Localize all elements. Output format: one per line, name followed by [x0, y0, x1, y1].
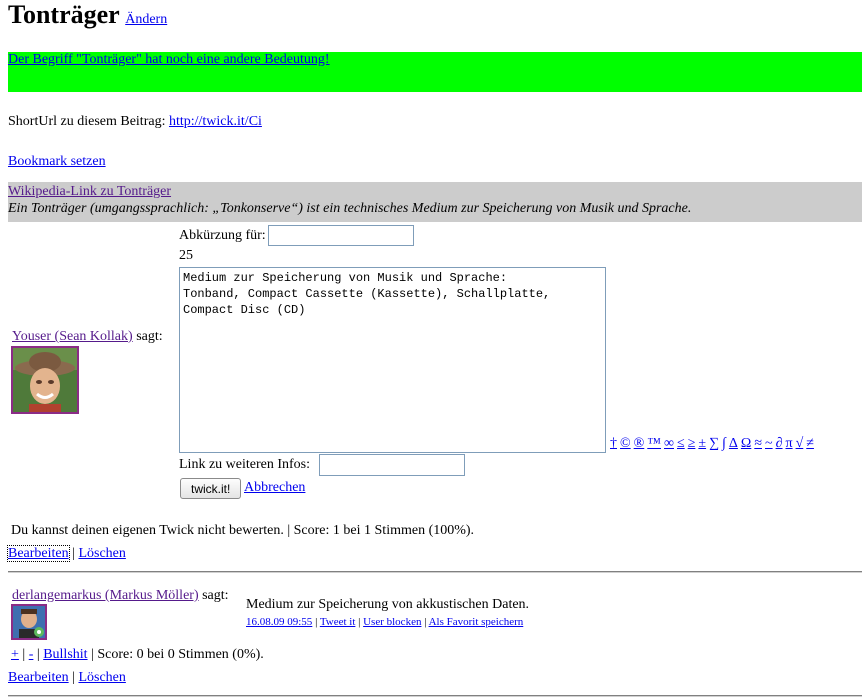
rating-note: Du kannst deinen eigenen Twick nicht bew…: [11, 523, 475, 538]
meta-separator: |: [315, 616, 318, 628]
bullshit-link[interactable]: Bullshit: [43, 647, 87, 662]
link-input[interactable]: [319, 454, 465, 476]
special-char-bar: † © ® ™ ∞ ≤ ≥ ± ∑ ∫ Δ Ω ≈ ~ ∂ π √ ≠: [610, 436, 817, 452]
special-char-link[interactable]: ©: [620, 436, 631, 451]
action-separator: |: [72, 546, 75, 561]
special-char-link[interactable]: ∞: [664, 436, 674, 451]
wikipedia-link[interactable]: Wikipedia-Link zu Tonträger: [8, 184, 171, 199]
special-char-link[interactable]: ≠: [806, 436, 814, 451]
vote-plus-link[interactable]: +: [11, 647, 19, 662]
divider-2: [8, 695, 862, 697]
delete-link[interactable]: Löschen: [78, 546, 125, 561]
link-row: Link zu weiteren Infos:: [179, 457, 310, 473]
special-char-link[interactable]: ≤: [677, 436, 685, 451]
avatar-photo-2: [13, 606, 45, 638]
special-char-link[interactable]: ®: [634, 436, 645, 451]
edit-link-2[interactable]: Bearbeiten: [8, 670, 69, 685]
special-char-link[interactable]: ∂: [776, 436, 783, 451]
twick-meta-2: 16.08.09 09:55 | Tweet it | User blocken…: [246, 616, 523, 628]
wikipedia-definition: Ein Tonträger (umgangssprachlich: „Tonko…: [8, 201, 692, 216]
bookmark-link[interactable]: Bookmark setzen: [8, 154, 106, 169]
abbrev-input[interactable]: [268, 225, 414, 246]
shorturl-row: ShortUrl zu diesem Beitrag: http://twick…: [8, 114, 262, 130]
tweet-link[interactable]: Tweet it: [320, 616, 356, 628]
action-separator-2: |: [72, 670, 75, 685]
special-char-link[interactable]: ∫: [722, 436, 726, 451]
avatar-2[interactable]: [11, 604, 47, 640]
divider: [8, 571, 862, 573]
special-char-link[interactable]: ™: [647, 436, 661, 451]
says-label: sagt:: [136, 329, 163, 344]
special-char-link[interactable]: ≥: [688, 436, 696, 451]
special-char-link[interactable]: √: [796, 436, 804, 451]
delete-link-2[interactable]: Löschen: [78, 670, 125, 685]
shorturl-link[interactable]: http://twick.it/Ci: [169, 114, 262, 129]
disambiguation-link[interactable]: Der Begriff "Tonträger" hat noch eine an…: [8, 52, 330, 67]
date-link[interactable]: 16.08.09 09:55: [246, 616, 312, 628]
special-char-link[interactable]: Δ: [729, 436, 738, 451]
special-char-link[interactable]: Ω: [741, 436, 751, 451]
abbrev-label: Abkürzung für:: [179, 228, 266, 243]
special-char-link[interactable]: †: [610, 436, 617, 451]
submit-button[interactable]: twick.it!: [180, 478, 242, 499]
author-link[interactable]: Youser (Sean Kollak): [12, 329, 133, 344]
twick2-actions: Bearbeiten | Löschen: [8, 670, 126, 686]
shorturl-label: ShortUrl zu diesem Beitrag:: [8, 114, 166, 129]
avatar[interactable]: [11, 346, 79, 414]
special-char-link[interactable]: π: [786, 436, 793, 451]
special-char-link[interactable]: ∑: [709, 436, 719, 451]
cancel-link[interactable]: Abbrechen: [244, 480, 305, 496]
author-line: Youser (Sean Kollak) sagt:: [12, 329, 163, 345]
edit-title-link[interactable]: Ändern: [125, 12, 167, 27]
abbrev-row: Abkürzung für:: [179, 228, 266, 244]
own-twick-actions: Bearbeiten | Löschen: [7, 545, 126, 562]
block-user-link[interactable]: User blocken: [363, 616, 421, 628]
special-char-link[interactable]: ±: [698, 436, 706, 451]
edit-link[interactable]: Bearbeiten: [7, 545, 70, 562]
vote-row-2: + | - | Bullshit | Score: 0 bei 0 Stimme…: [11, 647, 264, 663]
twick-textarea[interactable]: [179, 267, 606, 453]
page-header: Tonträger Ändern: [8, 0, 167, 30]
vote-separator: |: [22, 647, 26, 662]
special-char-link[interactable]: ≈: [754, 436, 762, 451]
wikipedia-box: Wikipedia-Link zu Tonträger Ein Tonträge…: [8, 182, 862, 222]
says-label-2: sagt:: [202, 588, 229, 603]
score-text: | Score: 0 bei 0 Stimmen (0%).: [91, 647, 264, 662]
special-char-link[interactable]: ~: [765, 436, 773, 451]
avatar-photo: [13, 348, 77, 412]
vote-minus-link[interactable]: -: [29, 647, 34, 662]
author-link-2[interactable]: derlangemarkus (Markus Möller): [12, 588, 199, 603]
vote-separator: |: [36, 647, 40, 662]
meta-separator: |: [424, 616, 427, 628]
link-label: Link zu weiteren Infos:: [179, 457, 311, 472]
author-line-2: derlangemarkus (Markus Möller) sagt:: [12, 588, 229, 604]
meta-separator: |: [358, 616, 361, 628]
favorite-link[interactable]: Als Favorit speichern: [429, 616, 524, 628]
page-title: Tonträger: [8, 0, 120, 29]
char-count: 25: [179, 248, 193, 263]
twick-text-2: Medium zur Speicherung von akkustischen …: [246, 597, 530, 612]
disambiguation-notice: Der Begriff "Tonträger" hat noch eine an…: [8, 52, 862, 92]
